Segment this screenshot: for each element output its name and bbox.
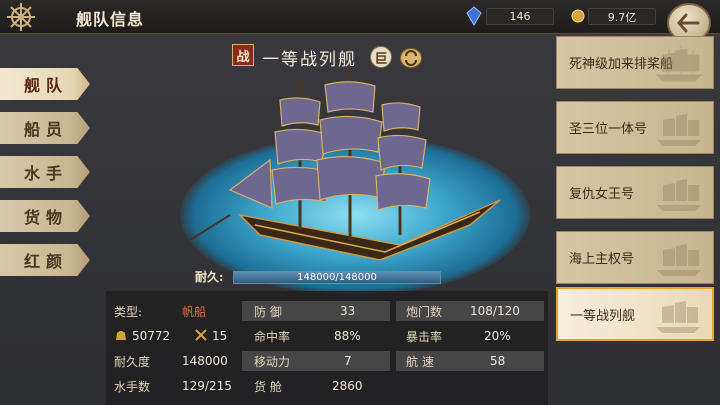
sailors-label: 水手数: [114, 379, 151, 394]
ship-silhouette-icon: [656, 301, 700, 333]
durability-label: 耐久:: [195, 270, 224, 284]
ship-display: [170, 40, 540, 295]
switch-ship-icon[interactable]: [400, 48, 422, 68]
ship-silhouette-icon: [657, 114, 701, 146]
fleet-slot-name: 圣三位一体号: [569, 122, 648, 137]
gold-count: 9.7亿: [588, 8, 656, 25]
cargo-bag-icon: [114, 328, 128, 345]
nav-crew[interactable]: 船员: [0, 112, 90, 144]
fleet-slot[interactable]: 复仇女王号: [556, 166, 714, 219]
speed-value: 58: [490, 354, 506, 368]
ship-stats-panel: 类型: 帆船 50772 15 耐久度 148000 水手数 129/215 防…: [106, 291, 548, 405]
hold-value: 2860: [332, 379, 363, 393]
fleet-slot[interactable]: 圣三位一体号: [556, 101, 714, 154]
move-value: 7: [344, 354, 352, 368]
defense-value: 33: [340, 304, 356, 318]
ship-silhouette-icon: [657, 179, 701, 211]
fleet-slot-name: 复仇女王号: [569, 187, 635, 202]
ship-name: 一等战列舰: [262, 50, 357, 70]
page-title: 舰队信息: [76, 10, 145, 29]
move-label: 移动力: [254, 354, 291, 369]
crossed-swords-icon: [194, 328, 208, 345]
fleet-slot[interactable]: 海上主权号: [556, 231, 714, 284]
crew-stat: 15: [194, 326, 227, 346]
back-arrow-icon: [677, 13, 700, 33]
sailors-value: 129/215: [182, 379, 232, 393]
gem-icon: [466, 6, 484, 26]
ship-size-badge: 巨: [370, 46, 392, 68]
fleet-slot-name: 海上主权号: [569, 252, 635, 267]
nav-fleet[interactable]: 舰队: [0, 68, 90, 100]
hit-rate-value: 88%: [334, 329, 361, 343]
hit-rate-label: 命中率: [254, 329, 291, 344]
battle-badge: 战: [232, 44, 254, 66]
durability-text: 148000/148000: [297, 272, 377, 283]
fleet-slot[interactable]: 死神级加来排桨船: [556, 36, 714, 89]
warship-illustration: [189, 70, 501, 261]
nav-beauty[interactable]: 红颜: [0, 244, 90, 276]
crew-amount: 15: [212, 329, 228, 343]
cannon-label: 炮门数: [406, 304, 443, 319]
gold-coin-icon: [570, 6, 588, 26]
cargo-amount: 50772: [132, 329, 171, 343]
ship-silhouette-icon: [657, 244, 701, 276]
gem-count: 146: [486, 8, 554, 25]
durability-stat-value: 148000: [182, 354, 228, 368]
durability-stat-label: 耐久度: [114, 354, 151, 369]
hold-label: 货 舱: [254, 379, 282, 394]
durability-bar: 148000/148000: [233, 271, 441, 284]
crit-label: 暴击率: [406, 329, 443, 344]
top-bar: 舰队信息 146 9.7亿: [0, 0, 720, 34]
fleet-slot-selected[interactable]: 一等战列舰: [556, 287, 714, 341]
crit-value: 20%: [484, 329, 511, 343]
nav-sailors[interactable]: 水手: [0, 156, 90, 188]
ship-silhouette-icon: [655, 45, 703, 82]
nav-cargo[interactable]: 货物: [0, 200, 90, 232]
type-value: 帆船: [182, 304, 207, 319]
ship-wheel-icon: [4, 2, 38, 32]
cannon-value: 108/120: [470, 304, 520, 318]
speed-label: 航 速: [406, 354, 434, 369]
cargo-stat: 50772: [114, 326, 170, 346]
defense-label: 防 御: [254, 304, 282, 319]
fleet-slot-name: 一等战列舰: [570, 308, 636, 324]
type-label: 类型:: [114, 304, 143, 319]
